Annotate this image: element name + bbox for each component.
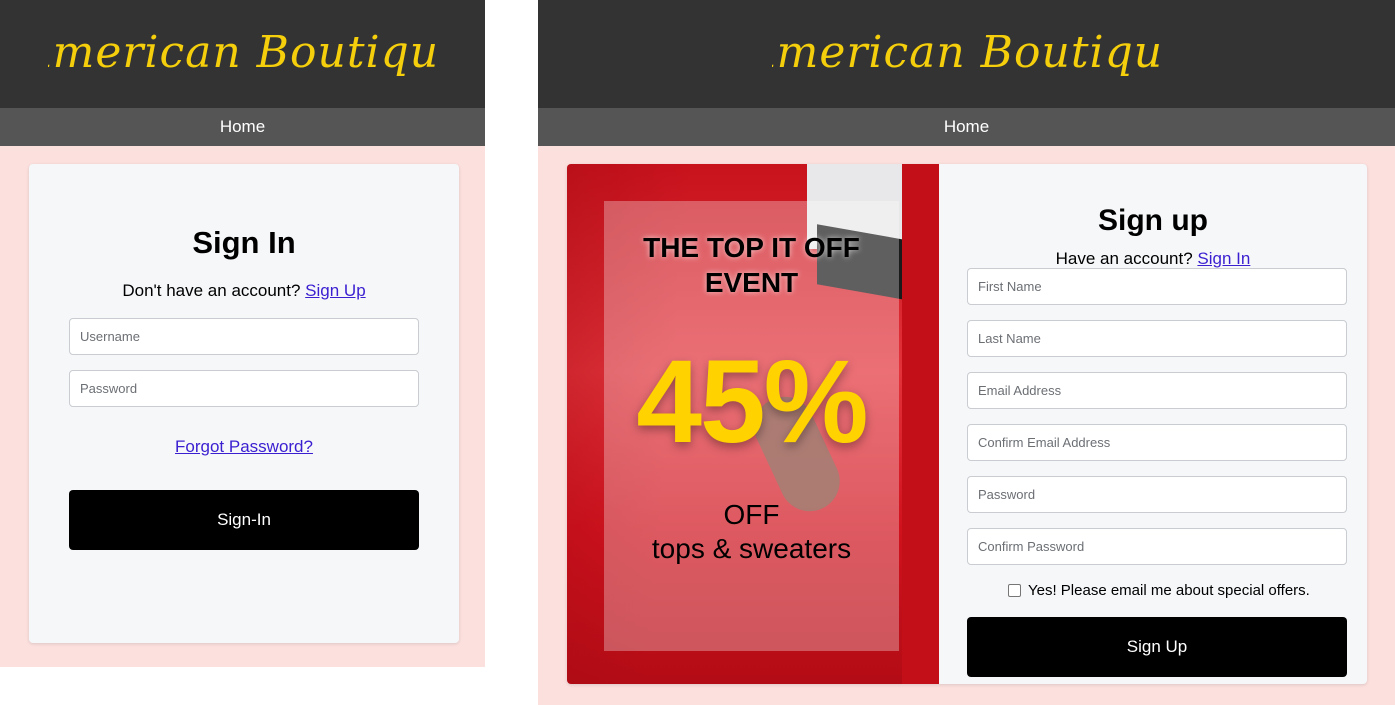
promo-category-line: tops & sweaters xyxy=(651,533,852,564)
offers-row: Yes! Please email me about special offer… xyxy=(1008,582,1310,599)
promo-off-line: OFF xyxy=(723,499,780,530)
email-input[interactable]: Email Address xyxy=(967,372,1347,409)
promo-offer: OFF tops & sweaters xyxy=(604,498,899,566)
signup-page: American Boutique Home THE TOP IT OFF EV… xyxy=(538,0,1395,705)
site-header: American Boutique xyxy=(0,0,485,108)
offers-checkbox[interactable] xyxy=(1008,584,1021,597)
svg-text:American Boutique: American Boutique xyxy=(48,27,438,78)
forgot-password-link[interactable]: Forgot Password? xyxy=(175,437,313,456)
username-input[interactable]: Username xyxy=(69,318,419,355)
nav-home-link[interactable]: Home xyxy=(220,117,265,137)
signin-button[interactable]: Sign-In xyxy=(69,490,419,550)
signup-prompt: Have an account? Sign In xyxy=(939,249,1367,269)
nav-home-link[interactable]: Home xyxy=(944,117,989,137)
promo-headline: THE TOP IT OFF EVENT xyxy=(643,232,860,298)
brand-logo[interactable]: American Boutique xyxy=(48,19,438,89)
offers-label: Yes! Please email me about special offer… xyxy=(1028,582,1310,599)
signup-prompt-text: Have an account? xyxy=(1055,249,1193,268)
svg-text:American Boutique: American Boutique xyxy=(772,27,1162,78)
last-name-input[interactable]: Last Name xyxy=(967,320,1347,357)
promo-percent: 45% xyxy=(636,336,868,468)
signup-card: THE TOP IT OFF EVENT 45% OFF tops & swea… xyxy=(567,164,1367,684)
logo-wordmark: American Boutique xyxy=(48,27,438,78)
confirm-email-input[interactable]: Confirm Email Address xyxy=(967,424,1347,461)
signin-card: Sign In Don't have an account? Sign Up U… xyxy=(29,164,459,643)
promo-banner: THE TOP IT OFF EVENT 45% OFF tops & swea… xyxy=(567,164,939,684)
forgot-password-row: Forgot Password? xyxy=(29,437,459,457)
promo-photo-jacket xyxy=(902,164,939,684)
nav-bar: Home xyxy=(0,108,485,146)
password-input[interactable]: Password xyxy=(69,370,419,407)
signup-button[interactable]: Sign Up xyxy=(967,617,1347,677)
signin-prompt-text: Don't have an account? xyxy=(122,281,301,300)
nav-bar: Home xyxy=(538,108,1395,146)
signin-title: Sign In xyxy=(192,225,296,260)
signin-link[interactable]: Sign In xyxy=(1197,249,1250,268)
signin-page: American Boutique Home Sign In Don't hav… xyxy=(0,0,485,667)
password-input[interactable]: Password xyxy=(967,476,1347,513)
signup-link[interactable]: Sign Up xyxy=(305,281,365,300)
brand-logo[interactable]: American Boutique xyxy=(772,19,1162,89)
signin-prompt: Don't have an account? Sign Up xyxy=(29,281,459,301)
signup-title: Sign up xyxy=(1098,204,1208,237)
confirm-password-input[interactable]: Confirm Password xyxy=(967,528,1347,565)
site-header: American Boutique xyxy=(538,0,1395,108)
first-name-input[interactable]: First Name xyxy=(967,268,1347,305)
logo-wordmark: American Boutique xyxy=(772,27,1162,78)
